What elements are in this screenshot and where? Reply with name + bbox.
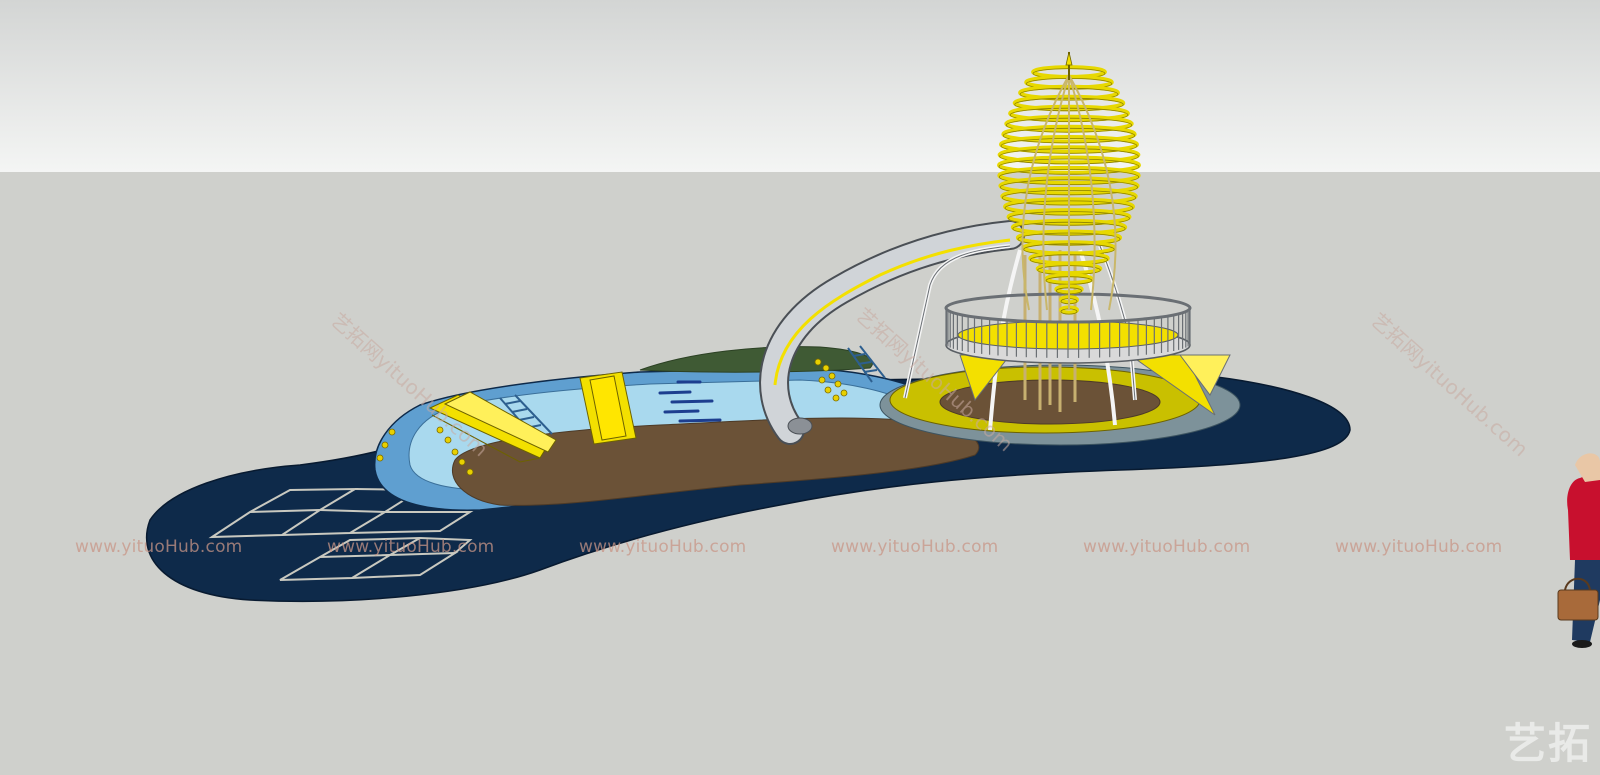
sky <box>0 0 1600 172</box>
watermark-text: www.yituoHub.com <box>579 537 747 557</box>
watermark-text: www.yituoHub.com <box>831 537 999 557</box>
watermark-text: www.yituoHub.com <box>327 537 495 557</box>
playground-model-scene <box>0 0 1600 775</box>
watermark-text: www.yituoHub.com <box>1083 537 1251 557</box>
watermark-text: www.yituoHub.com <box>1335 537 1503 557</box>
corner-logo-watermark: 艺拓 <box>1503 719 1592 768</box>
watermark-text: www.yituoHub.com <box>75 537 243 557</box>
